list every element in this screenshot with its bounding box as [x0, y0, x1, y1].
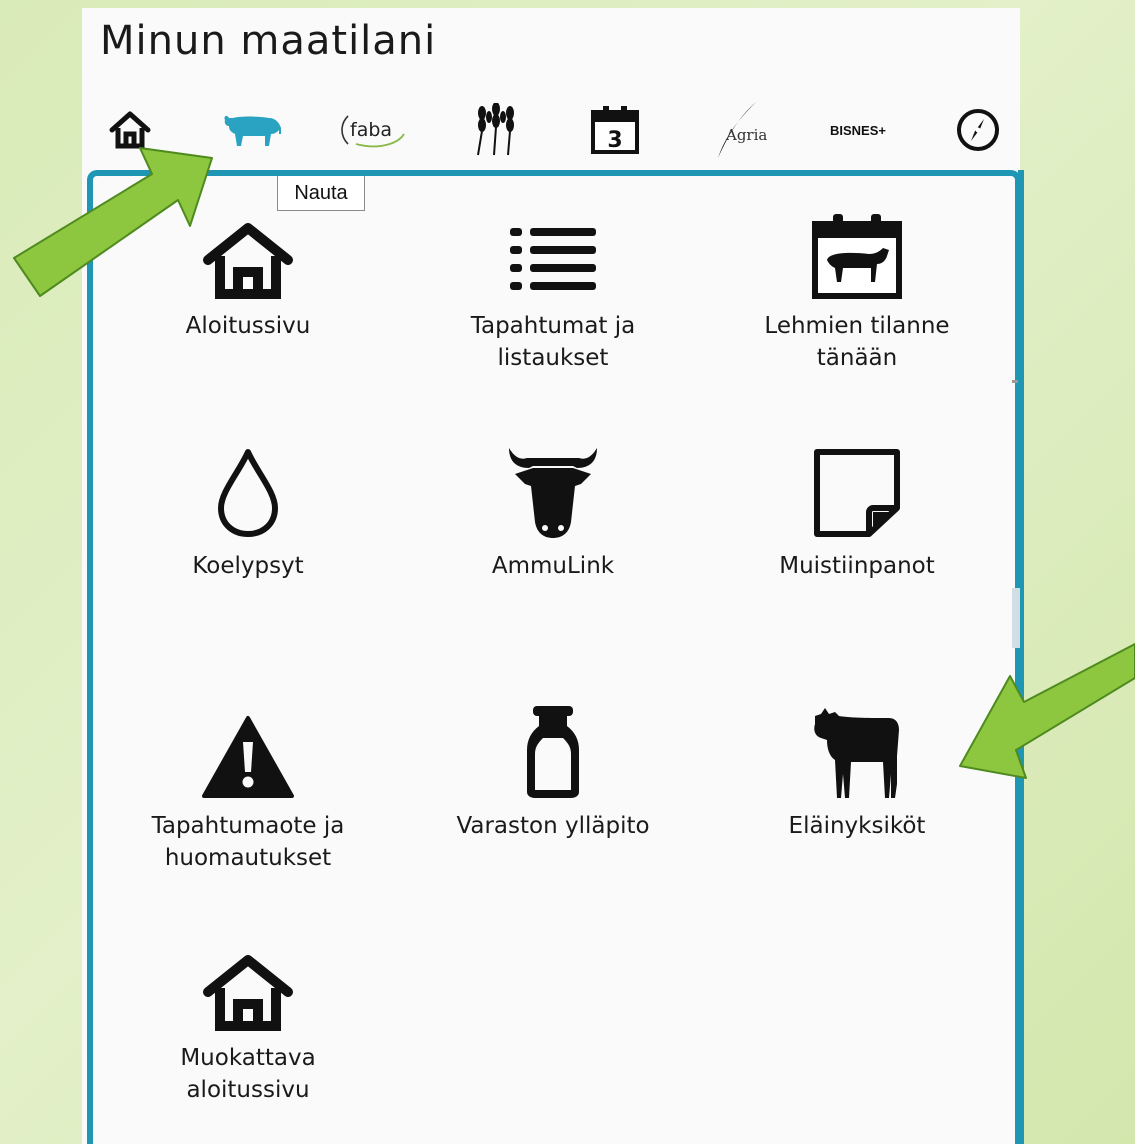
annotation-arrow-right	[959, 643, 1135, 779]
page-title: Minun maatilani	[100, 18, 437, 64]
list-icon	[510, 228, 596, 290]
menu-item-label: Muistiinpanot	[779, 553, 935, 579]
menu-item-varaston-yllapito[interactable]: Varaston ylläpito	[423, 700, 683, 842]
calendar-cow-icon	[812, 214, 902, 299]
menu-item-label: Aloitussivu	[185, 313, 311, 339]
cow-head-icon	[509, 448, 597, 538]
menu-item-label: Koelypsyt	[192, 553, 304, 579]
milk-can-icon	[527, 706, 579, 798]
menu-item-label: Varaston ylläpito	[456, 813, 650, 839]
menu-item-label: Lehmien tilanne tänään	[764, 313, 950, 371]
calendar-icon[interactable]: 3	[585, 100, 645, 160]
menu-item-label: Tapahtumat ja listaukset	[470, 313, 636, 371]
calf-icon	[814, 708, 899, 798]
menu-item-tapahtumaote[interactable]: Tapahtumaote ja huomautukset	[118, 700, 378, 874]
faba-logo[interactable]: faba	[338, 100, 406, 160]
wheat-icon[interactable]	[468, 100, 524, 160]
menu-item-lehmien-tilanne[interactable]: Lehmien tilanne tänään	[727, 200, 987, 374]
bisnes-text: BISNES+	[830, 122, 886, 138]
menu-item-tapahtumat[interactable]: Tapahtumat ja listaukset	[423, 200, 683, 374]
bisnes-logo[interactable]: BISNES+	[822, 100, 894, 160]
faba-text: faba	[350, 119, 392, 141]
menu-item-muistiinpanot[interactable]: Muistiinpanot	[727, 440, 987, 582]
warning-icon	[202, 716, 294, 798]
menu-item-label: Eläinyksiköt	[788, 813, 926, 839]
background-line	[1012, 380, 1018, 383]
drop-icon	[218, 449, 278, 537]
agria-logo[interactable]: Agria	[708, 100, 768, 160]
menu-item-label: Tapahtumaote ja huomautukset	[151, 813, 345, 871]
agria-text: Agria	[725, 126, 767, 144]
annotation-arrow-left	[13, 147, 213, 297]
compass-icon[interactable]	[948, 100, 1008, 160]
menu-item-muokattava-aloitussivu[interactable]: Muokattava aloitussivu	[118, 938, 378, 1106]
home-icon	[203, 955, 293, 1031]
menu-item-label: Muokattava aloitussivu	[180, 1045, 316, 1103]
note-icon	[814, 449, 900, 537]
calendar-day: 3	[607, 128, 622, 153]
menu-item-koelypsyt[interactable]: Koelypsyt	[118, 440, 378, 582]
menu-item-ammulink[interactable]: AmmuLink	[423, 440, 683, 582]
menu-item-label: AmmuLink	[491, 553, 615, 579]
